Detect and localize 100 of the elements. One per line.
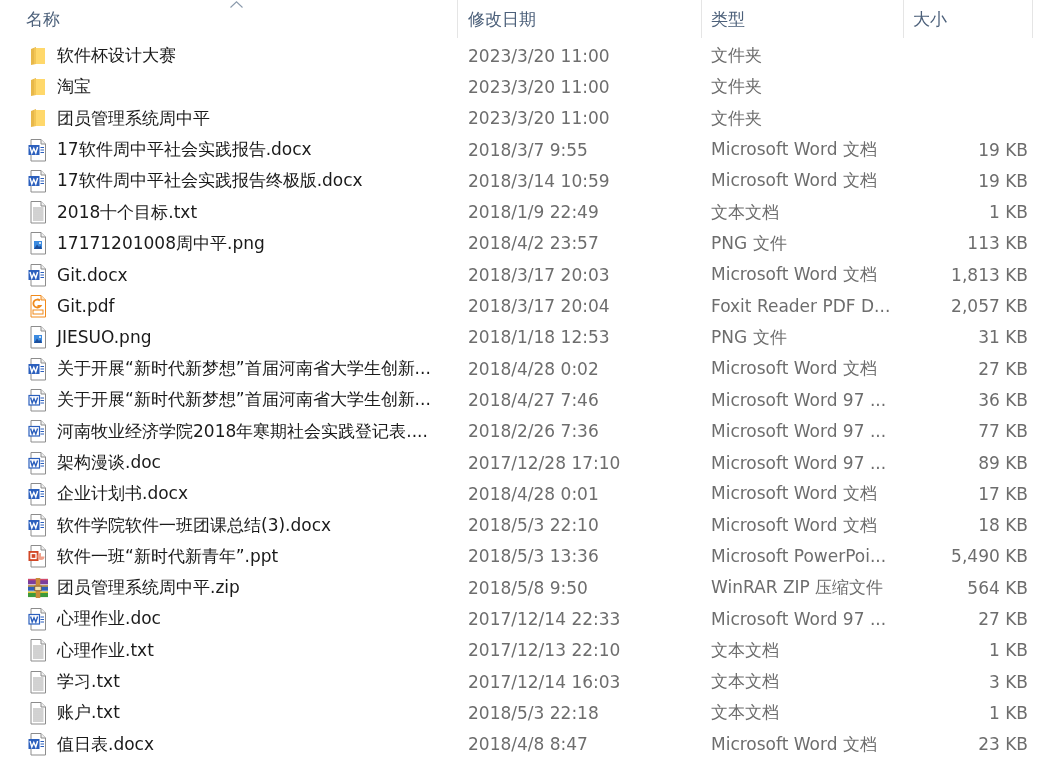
file-size: 27 KB	[978, 358, 1028, 379]
modified-date: 2017/12/13 22:10	[468, 640, 621, 661]
archive-books-icon	[28, 576, 48, 599]
file-name[interactable]: 淘宝	[57, 75, 91, 99]
file-name[interactable]: 2018十个目标.txt	[57, 200, 198, 224]
file-size: 19 KB	[978, 170, 1028, 191]
file-name[interactable]: 值日表.docx	[57, 732, 154, 756]
file-name[interactable]: 账户.txt	[57, 701, 120, 725]
file-name[interactable]: JIESUO.png	[57, 327, 152, 348]
file-size: 1 KB	[988, 702, 1028, 723]
word-document-icon	[28, 481, 48, 506]
image-file-icon	[28, 231, 48, 256]
file-name[interactable]: 学习.txt	[57, 670, 120, 694]
file-type: Foxit Reader PDF D...	[711, 296, 891, 316]
word-document-icon	[28, 513, 48, 538]
text-document-icon	[28, 638, 48, 663]
file-name[interactable]: 心理作业.doc	[57, 607, 161, 631]
file-name[interactable]: 17软件周中平社会实践报告终极版.docx	[57, 169, 363, 193]
file-type: Microsoft Word 文档	[711, 513, 877, 537]
file-size: 564 KB	[967, 577, 1028, 598]
column-header[interactable]: 名称	[0, 0, 458, 38]
modified-date: 2023/3/20 11:00	[468, 76, 610, 97]
file-type: 文本文档	[711, 200, 779, 224]
file-type: Microsoft Word 文档	[711, 263, 877, 287]
modified-date: 2018/3/17 20:03	[468, 264, 610, 285]
file-type: 文件夹	[711, 75, 762, 99]
file-name[interactable]: 河南牧业经济学院2018年寒期社会实践登记表....	[57, 419, 428, 443]
modified-date: 2018/2/26 7:36	[468, 421, 599, 442]
column-header[interactable]: 大小	[904, 0, 1033, 38]
file-size: 113 KB	[967, 233, 1028, 254]
file-name[interactable]: 关于开展“新时代新梦想”首届河南省大学生创新...	[57, 388, 431, 412]
file-name[interactable]: 软件一班“新时代新青年”.ppt	[57, 544, 279, 568]
modified-date: 2018/5/3 13:36	[468, 546, 599, 567]
file-name[interactable]: 企业计划书.docx	[57, 482, 188, 506]
file-type: Microsoft Word 文档	[711, 482, 877, 506]
file-type: PNG 文件	[711, 231, 787, 255]
text-document-icon	[28, 700, 48, 725]
sort-up-caret-icon	[229, 1, 243, 8]
folder-icon	[30, 76, 46, 97]
file-type: Microsoft PowerPoi...	[711, 546, 887, 567]
file-name[interactable]: 软件学院软件一班团课总结(3).docx	[57, 513, 332, 537]
file-type: Microsoft Word 97 ...	[711, 421, 887, 442]
word-document-icon	[28, 732, 48, 757]
file-type: 文本文档	[711, 670, 779, 694]
modified-date: 2018/4/28 0:02	[468, 358, 599, 379]
file-size: 5,490 KB	[951, 546, 1028, 567]
file-name[interactable]: 17171201008周中平.png	[57, 231, 265, 255]
file-name[interactable]: 17软件周中平社会实践报告.docx	[57, 138, 312, 162]
modified-date: 2018/3/17 20:04	[468, 296, 610, 316]
file-name[interactable]: 关于开展“新时代新梦想”首届河南省大学生创新...	[57, 357, 431, 381]
column-header[interactable]: 修改日期	[458, 0, 702, 38]
modified-date: 2023/3/20 11:00	[468, 108, 610, 129]
word-document-icon	[28, 419, 48, 444]
file-name[interactable]: 软件杯设计大赛	[57, 44, 176, 68]
file-type: Microsoft Word 文档	[711, 169, 877, 193]
modified-date: 2018/4/2 23:57	[468, 233, 599, 254]
modified-date: 2018/5/3 22:18	[468, 702, 599, 723]
file-type: 文件夹	[711, 106, 762, 130]
file-type: Microsoft Word 文档	[711, 732, 877, 756]
file-size: 89 KB	[978, 452, 1028, 473]
file-size: 19 KB	[978, 139, 1028, 160]
file-type: Microsoft Word 97 ...	[711, 452, 887, 473]
modified-date: 2018/5/3 22:10	[468, 515, 599, 536]
file-type: PNG 文件	[711, 325, 787, 349]
file-type: 文本文档	[711, 638, 779, 662]
file-size: 27 KB	[978, 609, 1028, 629]
modified-date: 2018/4/28 0:01	[468, 483, 599, 504]
file-type: WinRAR ZIP 压缩文件	[711, 576, 884, 600]
pdf-file-icon	[28, 294, 48, 318]
file-type: Microsoft Word 97 ...	[711, 389, 887, 410]
modified-date: 2018/3/14 10:59	[468, 170, 610, 191]
word-document-icon	[28, 356, 48, 381]
file-name[interactable]: Git.docx	[57, 264, 128, 285]
modified-date: 2017/12/14 22:33	[468, 609, 621, 629]
presentation-file-icon	[28, 544, 48, 569]
file-size: 18 KB	[978, 515, 1028, 536]
file-name[interactable]: 心理作业.txt	[57, 638, 154, 662]
file-size: 36 KB	[978, 389, 1028, 410]
file-name[interactable]: 架构漫谈.doc	[57, 451, 161, 474]
word-document-icon	[28, 137, 48, 162]
file-size: 23 KB	[978, 734, 1028, 755]
file-size: 17 KB	[978, 483, 1028, 504]
file-size: 2,057 KB	[951, 296, 1028, 316]
file-size: 1 KB	[988, 640, 1028, 661]
file-type: 文件夹	[711, 44, 762, 68]
file-name[interactable]: 团员管理系统周中平.zip	[57, 576, 240, 600]
column-header[interactable]: 类型	[702, 0, 904, 38]
file-size: 1 KB	[988, 202, 1028, 223]
word-document-icon	[28, 262, 48, 287]
image-file-icon	[28, 325, 48, 350]
folder-icon	[30, 45, 46, 66]
file-size: 3 KB	[988, 671, 1028, 692]
file-name[interactable]: Git.pdf	[57, 296, 115, 316]
modified-date: 2018/4/8 8:47	[468, 734, 588, 755]
text-document-icon	[28, 200, 48, 225]
modified-date: 2018/1/9 22:49	[468, 202, 599, 223]
text-document-icon	[28, 669, 48, 694]
file-name[interactable]: 团员管理系统周中平	[57, 106, 210, 130]
modified-date: 2018/4/27 7:46	[468, 389, 599, 410]
file-size: 31 KB	[978, 327, 1028, 348]
